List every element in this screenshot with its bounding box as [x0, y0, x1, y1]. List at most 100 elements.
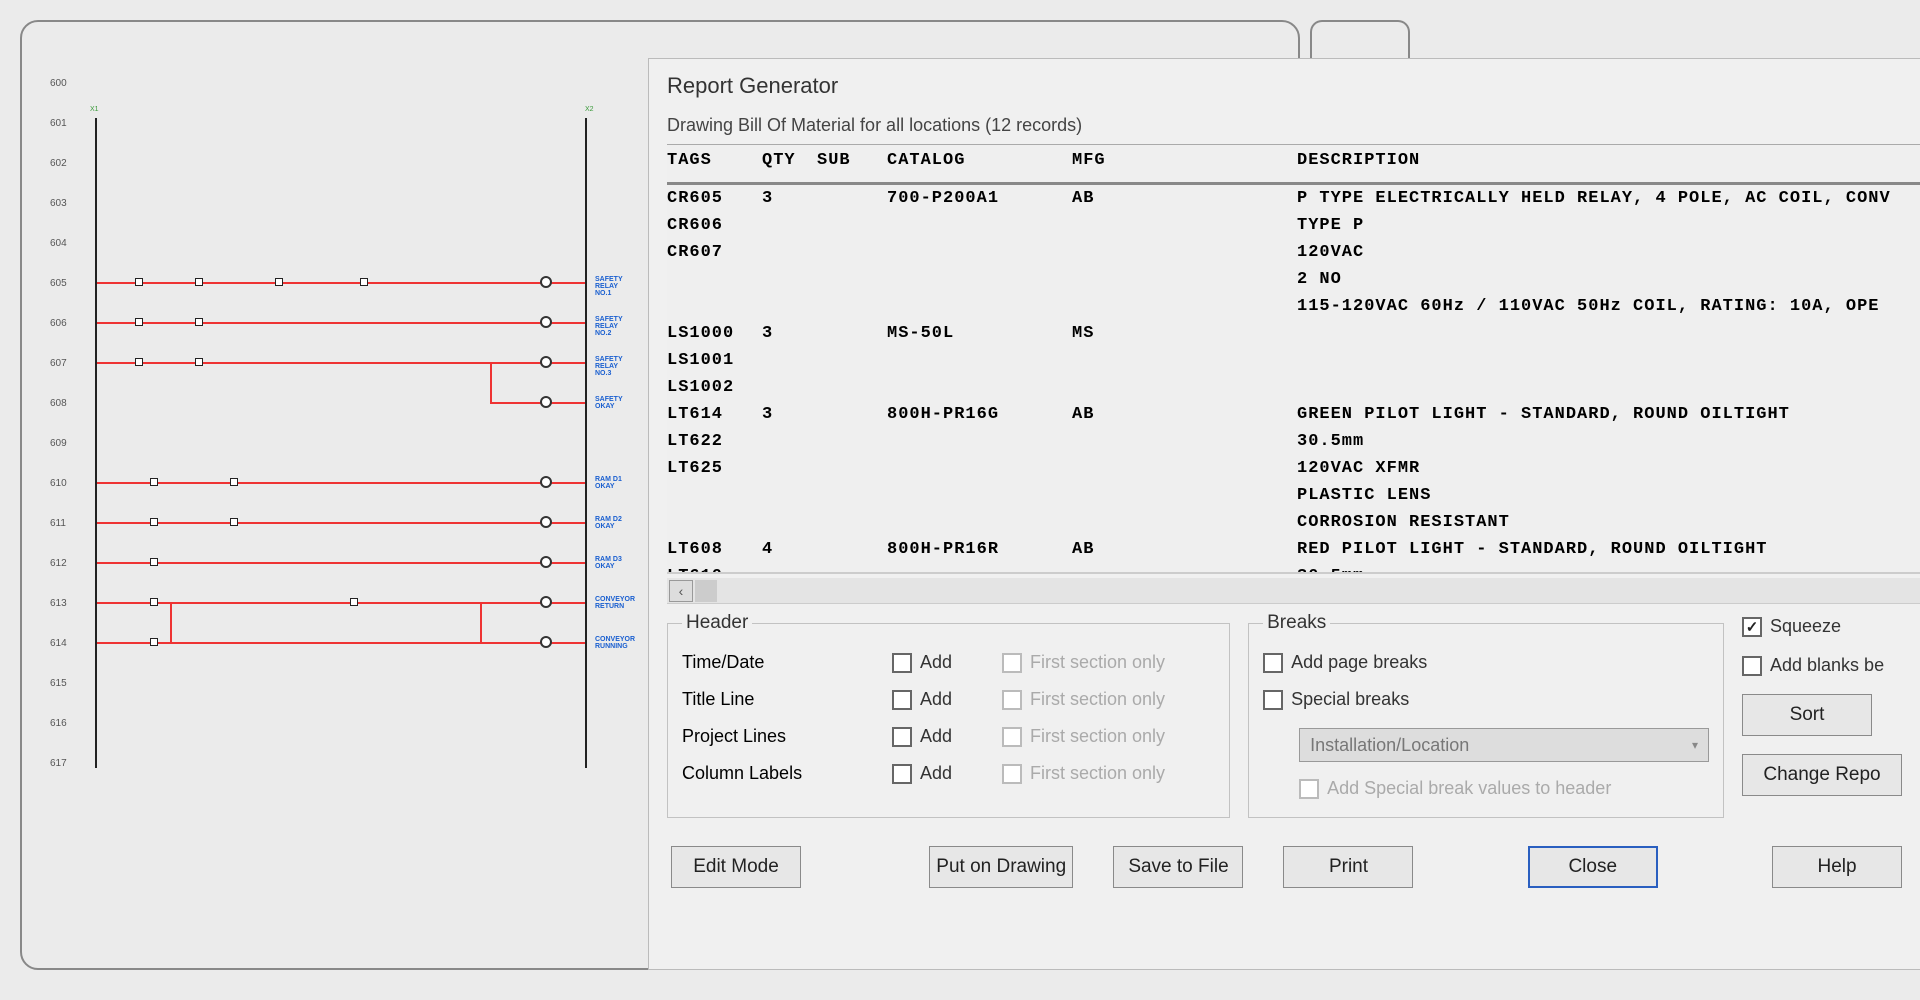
comp: [195, 318, 203, 326]
table-row[interactable]: CR607120VAC: [667, 239, 1920, 266]
ladder-num: 608: [50, 398, 67, 409]
header-label: Time/Date: [682, 652, 892, 673]
header-group: Header Time/Date Add First section only …: [667, 612, 1230, 818]
report-generator-dialog: Report Generator Drawing Bill Of Materia…: [648, 58, 1920, 970]
comp: [150, 598, 158, 606]
ladder-num: 614: [50, 638, 67, 649]
rung-label: CONVEYOR RETURN: [595, 596, 635, 610]
ladder-num: 606: [50, 318, 67, 329]
coil: [540, 636, 552, 648]
table-row[interactable]: LS1002: [667, 374, 1920, 401]
table-row[interactable]: PLASTIC LENS: [667, 482, 1920, 509]
save-to-file-button[interactable]: Save to File: [1113, 846, 1243, 888]
coil: [540, 276, 552, 288]
col-mfg: MFG: [1072, 151, 1297, 170]
col-catalog: CATALOG: [887, 151, 1072, 170]
rung-label: SAFETY RELAY NO.1: [595, 276, 630, 297]
coil: [540, 356, 552, 368]
header-label: Title Line: [682, 689, 892, 710]
ladder-num: 615: [50, 678, 67, 689]
rung-join: [490, 362, 492, 404]
table-row[interactable]: LT6084800H-PR16RABRED PILOT LIGHT - STAN…: [667, 536, 1920, 563]
ladder-num: 612: [50, 558, 67, 569]
coil: [540, 316, 552, 328]
comp: [195, 278, 203, 286]
table-row[interactable]: LS10003MS-50LMS: [667, 320, 1920, 347]
combo-value: Installation/Location: [1310, 735, 1469, 756]
rung-label: SAFETY RELAY NO.2: [595, 316, 630, 337]
comp: [135, 358, 143, 366]
comp: [195, 358, 203, 366]
titleline-add-checkbox[interactable]: Add: [892, 689, 1002, 710]
ladder-num: 604: [50, 238, 67, 249]
ladder-rail-left: [95, 118, 97, 768]
close-button[interactable]: Close: [1528, 846, 1658, 888]
ladder-num: 607: [50, 358, 67, 369]
page-breaks-checkbox[interactable]: Add page breaks: [1263, 652, 1709, 673]
timedate-first-checkbox: First section only: [1002, 652, 1182, 673]
timedate-add-checkbox[interactable]: Add: [892, 652, 1002, 673]
special-breaks-combo[interactable]: Installation/Location ▾: [1299, 728, 1709, 762]
table-row[interactable]: LS1001: [667, 347, 1920, 374]
ladder-num: 605: [50, 278, 67, 289]
breaks-group: Breaks Add page breaks Special breaks In…: [1248, 612, 1724, 818]
scroll-thumb[interactable]: [695, 580, 717, 602]
add-blanks-checkbox[interactable]: Add blanks be: [1742, 655, 1902, 676]
edit-mode-button[interactable]: Edit Mode: [671, 846, 801, 888]
comp: [150, 558, 158, 566]
table-row[interactable]: LT62230.5mm: [667, 428, 1920, 455]
rung-label: SAFETY RELAY NO.3: [595, 356, 630, 377]
ladder-num: 613: [50, 598, 67, 609]
comp: [150, 638, 158, 646]
comp: [275, 278, 283, 286]
columns-add-checkbox[interactable]: Add: [892, 763, 1002, 784]
table-row[interactable]: CR6053700-P200A1ABP TYPE ELECTRICALLY HE…: [667, 185, 1920, 212]
breaks-legend: Breaks: [1263, 612, 1330, 634]
squeeze-checkbox[interactable]: Squeeze: [1742, 616, 1902, 637]
comp: [150, 478, 158, 486]
dialog-subtitle: Drawing Bill Of Material for all locatio…: [649, 109, 1920, 142]
table-row[interactable]: CR606TYPE P: [667, 212, 1920, 239]
dialog-button-row: Edit Mode Put on Drawing Save to File Pr…: [649, 818, 1920, 888]
col-tags: TAGS: [667, 151, 762, 170]
rung: [97, 322, 585, 324]
comp: [230, 518, 238, 526]
comp: [150, 518, 158, 526]
table-header-row: TAGS QTY SUB CATALOG MFG DESCRIPTION: [667, 145, 1920, 185]
table-body: CR6053700-P200A1ABP TYPE ELECTRICALLY HE…: [667, 185, 1920, 574]
coil: [540, 516, 552, 528]
ladder-num: 601: [50, 118, 67, 129]
special-breaks-checkbox[interactable]: Special breaks: [1263, 689, 1709, 710]
schematic-drawing: 600 601 602 603 604 605 606 607 608 609 …: [40, 50, 630, 860]
side-options: Squeeze Add blanks be Sort Change Repo: [1742, 612, 1902, 818]
ladder-num: 611: [50, 518, 66, 529]
print-button[interactable]: Print: [1283, 846, 1413, 888]
scroll-left-icon[interactable]: ‹: [669, 580, 693, 602]
ladder-num: 610: [50, 478, 67, 489]
rung: [97, 362, 585, 364]
titleline-first-checkbox: First section only: [1002, 689, 1182, 710]
table-row[interactable]: LT625120VAC XFMR: [667, 455, 1920, 482]
help-button[interactable]: Help: [1772, 846, 1902, 888]
rung-join: [170, 602, 172, 644]
table-row[interactable]: LT61030.5mm: [667, 563, 1920, 574]
comp: [350, 598, 358, 606]
change-report-button[interactable]: Change Repo: [1742, 754, 1902, 796]
bus-label: X2: [585, 106, 594, 113]
horizontal-scrollbar[interactable]: ‹: [667, 578, 1920, 604]
put-on-drawing-button[interactable]: Put on Drawing: [929, 846, 1074, 888]
table-row[interactable]: LT6143800H-PR16GABGREEN PILOT LIGHT - ST…: [667, 401, 1920, 428]
ladder-num: 617: [50, 758, 67, 769]
report-table[interactable]: TAGS QTY SUB CATALOG MFG DESCRIPTION CR6…: [667, 144, 1920, 574]
table-row[interactable]: CORROSION RESISTANT: [667, 509, 1920, 536]
chevron-down-icon: ▾: [1692, 738, 1698, 752]
table-row[interactable]: 115-120VAC 60Hz / 110VAC 50Hz COIL, RATI…: [667, 293, 1920, 320]
project-add-checkbox[interactable]: Add: [892, 726, 1002, 747]
comp: [230, 478, 238, 486]
header-label: Column Labels: [682, 763, 892, 784]
ladder-rail-right: [585, 118, 587, 768]
sort-button[interactable]: Sort: [1742, 694, 1872, 736]
add-special-header-checkbox: Add Special break values to header: [1299, 778, 1709, 799]
rung-label: RAM D2 OKAY: [595, 516, 630, 530]
table-row[interactable]: 2 NO: [667, 266, 1920, 293]
